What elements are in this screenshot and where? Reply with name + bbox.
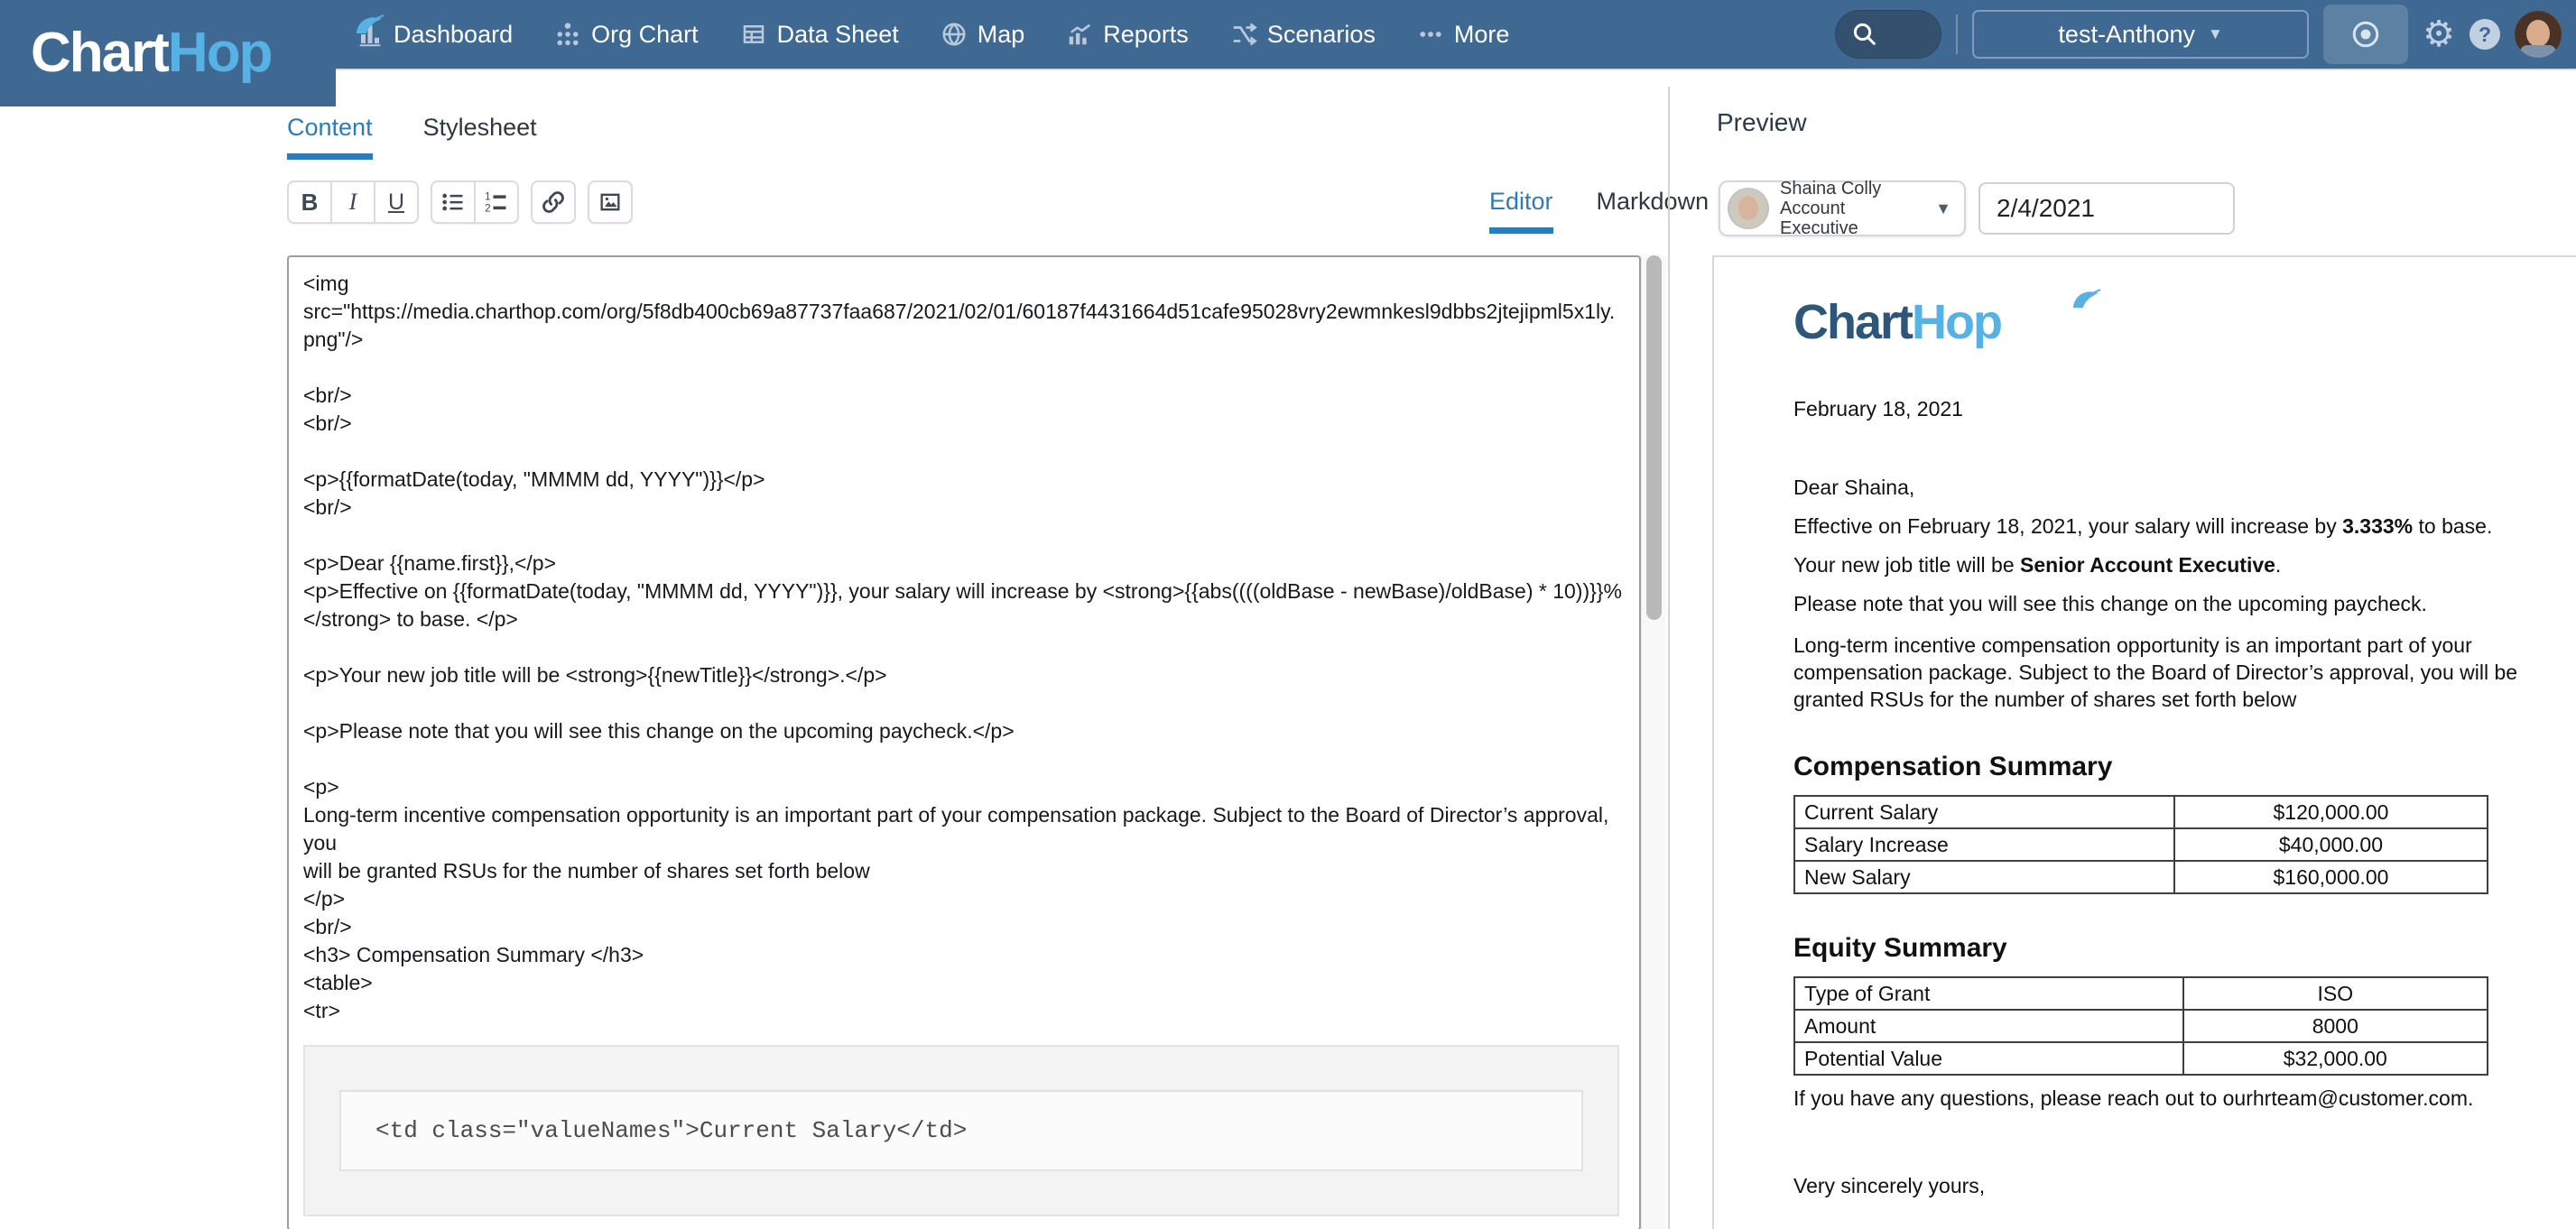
svg-text:1: 1 bbox=[485, 191, 490, 203]
bold-button[interactable]: B bbox=[287, 180, 332, 224]
underline-button[interactable]: U bbox=[374, 180, 419, 224]
image-icon bbox=[598, 189, 623, 215]
letter-paycheck-note: Please note that you will see this chang… bbox=[1793, 592, 2576, 616]
table-row: New Salary$160,000.00 bbox=[1794, 861, 2488, 893]
search-icon bbox=[1851, 21, 1878, 48]
charthop-logo[interactable]: ChartHop bbox=[0, 0, 336, 106]
preview-letter: ChartHop February 18, 2021 Dear Shaina, … bbox=[1712, 255, 2576, 1229]
org-chart-icon bbox=[554, 21, 581, 48]
user-avatar[interactable] bbox=[2515, 11, 2562, 58]
left-pane-tabs: Content Stylesheet bbox=[287, 114, 537, 154]
person-job-title: Account Executive bbox=[1780, 199, 1924, 238]
image-button[interactable] bbox=[588, 180, 633, 224]
pane-splitter[interactable] bbox=[1668, 87, 1670, 1229]
reports-icon bbox=[1066, 21, 1093, 48]
compensation-table: Current Salary$120,000.00Salary Increase… bbox=[1793, 795, 2488, 894]
editor-content-before[interactable]: <img src="https://media.charthop.com/org… bbox=[303, 270, 1625, 1025]
active-tab-underline bbox=[1489, 227, 1553, 234]
nav-item-org-chart[interactable]: Org Chart bbox=[554, 21, 699, 49]
preview-date-input[interactable]: 2/4/2021 bbox=[1978, 182, 2235, 235]
org-selector-dropdown[interactable]: test-Anthony ▼ bbox=[1972, 10, 2309, 59]
embedded-code-block[interactable]: <td class="valueNames">Current Salary</t… bbox=[303, 1045, 1619, 1216]
top-navbar: Dashboard Org Chart Data Sheet Map Repor… bbox=[0, 0, 2576, 69]
svg-text:2: 2 bbox=[485, 203, 490, 215]
table-row: Salary Increase$40,000.00 bbox=[1794, 828, 2488, 861]
table-row: Current Salary$120,000.00 bbox=[1794, 796, 2488, 828]
nav-item-data-sheet[interactable]: Data Sheet bbox=[740, 21, 899, 49]
letter-closing: Very sincerely yours, bbox=[1793, 1174, 2576, 1198]
gear-icon[interactable]: ⚙ bbox=[2423, 16, 2455, 52]
nav-item-reports[interactable]: Reports bbox=[1066, 21, 1189, 49]
help-icon[interactable]: ? bbox=[2469, 19, 2500, 50]
italic-button[interactable]: I bbox=[330, 180, 375, 224]
search-button[interactable] bbox=[1835, 10, 1941, 59]
nav-item-more[interactable]: More bbox=[1417, 21, 1510, 49]
editor-mode-tabs: Editor Markdown bbox=[1489, 188, 1709, 228]
grasshopper-icon bbox=[2071, 289, 2101, 309]
nav-item-scenarios[interactable]: Scenarios bbox=[1230, 21, 1376, 49]
preview-title: Preview bbox=[1717, 108, 1807, 137]
page: Department + Manager + Name or Title Das… bbox=[0, 0, 2576, 1229]
letter-greeting: Dear Shaina, bbox=[1793, 476, 2576, 500]
grasshopper-icon bbox=[354, 14, 385, 34]
active-tab-underline bbox=[287, 153, 373, 160]
scenarios-icon bbox=[1230, 21, 1257, 48]
table-row: Potential Value$32,000.00 bbox=[1794, 1042, 2488, 1075]
person-name: Shaina Colly bbox=[1780, 179, 1924, 199]
person-avatar bbox=[1728, 188, 1769, 229]
bullet-list-button[interactable] bbox=[431, 180, 476, 224]
richtext-toolbar: B I U 12 bbox=[287, 180, 633, 224]
link-button[interactable] bbox=[531, 180, 576, 224]
chevron-down-icon: ▼ bbox=[2208, 25, 2223, 43]
template-editor[interactable]: <img src="https://media.charthop.com/org… bbox=[287, 255, 1641, 1229]
compensation-summary-heading: Compensation Summary bbox=[1793, 752, 2576, 782]
numbered-list-button[interactable]: 12 bbox=[474, 180, 519, 224]
data-sheet-icon bbox=[740, 21, 767, 48]
table-row: Amount8000 bbox=[1794, 1010, 2488, 1042]
view-as-button[interactable] bbox=[2323, 5, 2408, 64]
scrollbar-thumb[interactable] bbox=[1646, 255, 1662, 620]
letter-charthop-logo: ChartHop bbox=[1793, 298, 2576, 347]
letter-date: February 18, 2021 bbox=[1793, 397, 2576, 421]
table-row: Type of GrantISO bbox=[1794, 977, 2488, 1010]
numbered-list-icon: 12 bbox=[484, 189, 509, 215]
nav-divider bbox=[1956, 14, 1958, 54]
link-icon bbox=[541, 189, 566, 215]
tab-stylesheet[interactable]: Stylesheet bbox=[423, 114, 537, 154]
chevron-down-icon: ▼ bbox=[1935, 199, 1951, 218]
letter-questions-line: If you have any questions, please reach … bbox=[1793, 1086, 2576, 1111]
equity-summary-heading: Equity Summary bbox=[1793, 933, 2576, 964]
tab-editor[interactable]: Editor bbox=[1489, 188, 1553, 228]
more-icon bbox=[1417, 21, 1444, 48]
map-icon bbox=[941, 21, 968, 48]
tab-markdown[interactable]: Markdown bbox=[1597, 188, 1710, 228]
code-block-line[interactable]: <td class="valueNames">Current Salary</t… bbox=[339, 1090, 1583, 1171]
letter-salary-line: Effective on February 18, 2021, your sal… bbox=[1793, 514, 2576, 539]
tab-content[interactable]: Content bbox=[287, 114, 373, 154]
nav-item-map[interactable]: Map bbox=[941, 21, 1025, 49]
eye-icon bbox=[2349, 18, 2382, 51]
equity-table: Type of GrantISOAmount8000Potential Valu… bbox=[1793, 976, 2488, 1076]
bullet-list-icon bbox=[440, 189, 466, 215]
letter-title-line: Your new job title will be Senior Accoun… bbox=[1793, 553, 2576, 578]
editor-scrollbar[interactable] bbox=[1641, 255, 1666, 1229]
letter-lti-paragraph: Long-term incentive compensation opportu… bbox=[1793, 632, 2576, 713]
preview-person-selector[interactable]: Shaina Colly Account Executive ▼ bbox=[1719, 180, 1966, 236]
